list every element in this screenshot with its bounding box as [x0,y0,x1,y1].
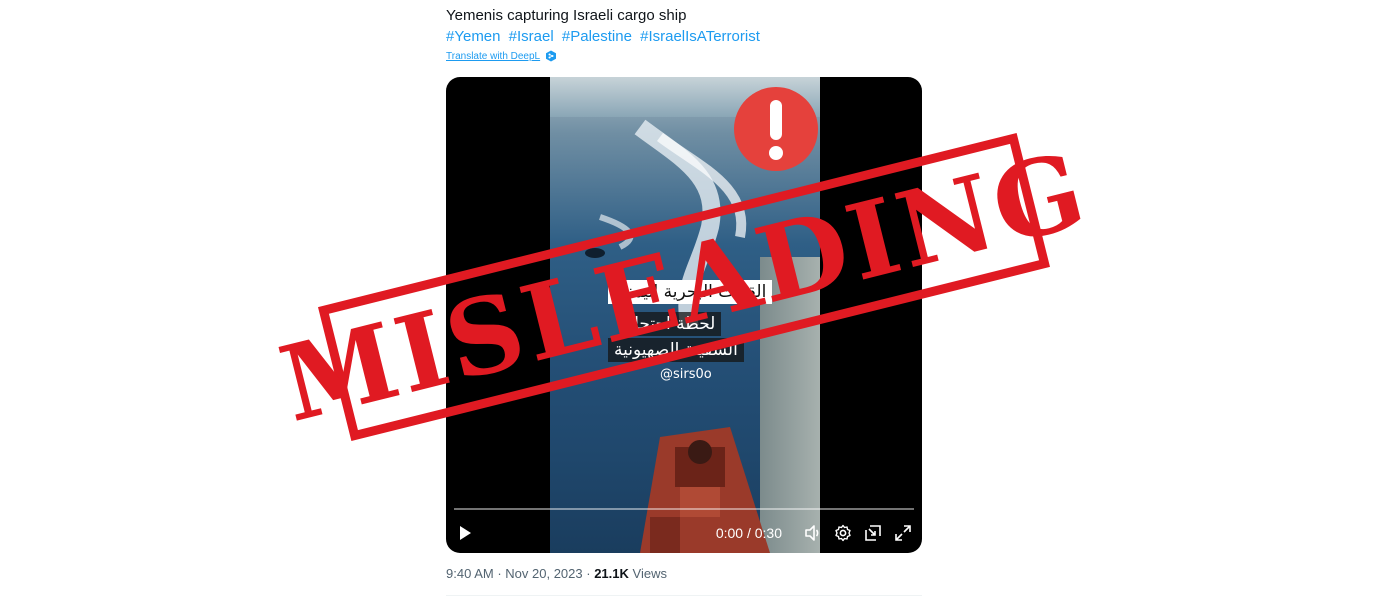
video-controls: 0:00 / 0:30 [446,517,922,549]
tweet-text-block: Yemenis capturing Israeli cargo ship #Ye… [446,6,946,47]
tweet-date[interactable]: Nov 20, 2023 [505,566,582,581]
deepl-icon [546,50,557,62]
video-watermark-handle: @sirs0o [660,367,712,382]
video-progress-bar[interactable] [454,508,914,510]
tweet-time[interactable]: 9:40 AM [446,566,494,581]
alert-icon [734,87,818,171]
tweet-meta: 9:40 AM · Nov 20, 2023 · 21.1K Views [446,566,667,581]
divider [446,595,922,596]
hashtag-israel[interactable]: #Israel [509,28,554,45]
hashtag-yemen[interactable]: #Yemen [446,28,501,45]
hashtag-list: #Yemen #Israel #Palestine #IsraelIsATerr… [446,27,946,47]
views-label: Views [632,566,667,581]
translate-link[interactable]: Translate with DeepL [446,50,557,62]
volume-icon[interactable] [804,524,822,542]
settings-icon[interactable] [834,524,852,542]
tweet-title: Yemenis capturing Israeli cargo ship [446,7,687,24]
video-time-display: 0:00 / 0:30 [715,525,782,541]
hashtag-israelisaterrorist[interactable]: #IsraelIsATerrorist [640,28,760,45]
views-count: 21.1K [594,566,629,581]
translate-label: Translate with DeepL [446,50,541,62]
pip-icon[interactable] [864,524,882,542]
hashtag-palestine[interactable]: #Palestine [562,28,632,45]
fullscreen-icon[interactable] [894,524,912,542]
play-icon[interactable] [456,524,474,542]
